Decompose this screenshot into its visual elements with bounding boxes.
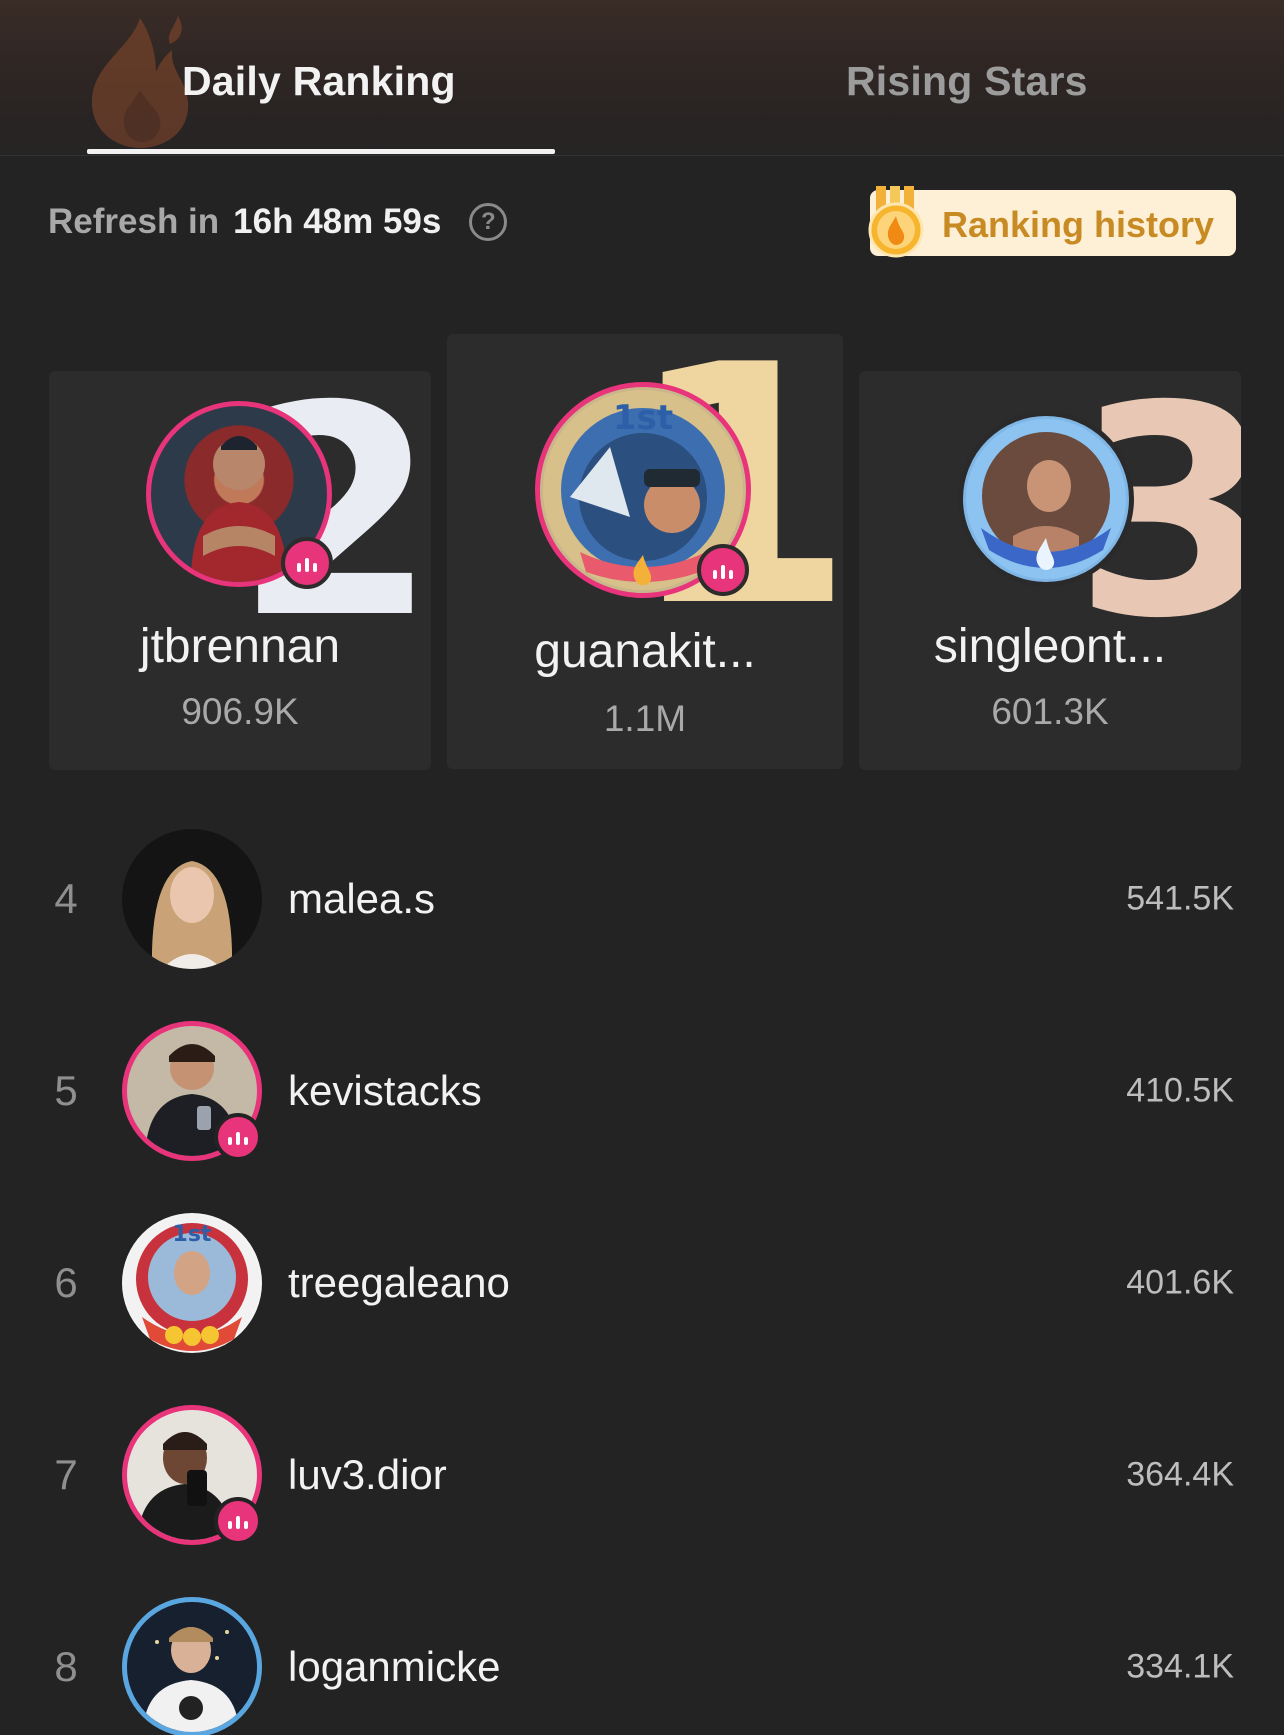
flame-medal-icon: [868, 186, 924, 258]
active-tab-indicator: [87, 149, 555, 154]
person-silhouette-icon: [151, 861, 233, 969]
podium-username: singleont...: [933, 620, 1167, 673]
avatar-wrapper: [122, 1021, 262, 1161]
podium-card-rank-2[interactable]: 2 jtbrennan 906.9K: [49, 371, 431, 770]
rank-number: 5: [54, 1067, 78, 1114]
podium-score: 1.1M: [603, 698, 687, 739]
list-score: 541.5K: [1126, 879, 1234, 918]
header-tabs: Daily Ranking Rising Stars: [0, 0, 1284, 156]
avatar-wrapper: [122, 1597, 262, 1735]
list-username: malea.s: [288, 875, 436, 922]
list-score: 364.4K: [1126, 1455, 1234, 1494]
tab-daily-ranking[interactable]: Daily Ranking: [182, 58, 456, 105]
ranking-history-label: Ranking history: [942, 204, 1215, 245]
question-circle-icon[interactable]: ?: [469, 203, 508, 241]
badge-frame-icon: 1st: [124, 1215, 260, 1351]
tab-rising-stars[interactable]: Rising Stars: [846, 58, 1088, 105]
avatar-wrapper: 1st: [122, 1213, 262, 1353]
svg-text:1st: 1st: [613, 398, 673, 438]
rank-number: 6: [54, 1259, 78, 1306]
podium-score: 601.3K: [991, 691, 1109, 732]
refresh-label: Refresh in: [48, 202, 220, 241]
list-username: kevistacks: [288, 1067, 482, 1114]
rank-number: 4: [54, 875, 78, 922]
ranking-history-button[interactable]: Ranking history: [868, 186, 1236, 258]
svg-text:1st: 1st: [173, 1222, 212, 1247]
avatar: [958, 411, 1134, 587]
list-username: loganmicke: [288, 1643, 501, 1690]
list-score: 334.1K: [1126, 1647, 1234, 1686]
refresh-countdown: Refresh in 16h 48m 59s ?: [48, 200, 508, 244]
list-score: 401.6K: [1126, 1263, 1234, 1302]
refresh-time: 16h 48m 59s: [233, 202, 442, 241]
live-badge-icon: [697, 544, 749, 596]
badge-frame-icon: [966, 419, 1126, 579]
live-badge-icon: [281, 537, 333, 589]
list-item[interactable]: 4 malea.s 541.5K: [0, 824, 1284, 974]
list-score: 410.5K: [1126, 1071, 1234, 1110]
list-item[interactable]: 6 1st treegaleano 401.6K: [0, 1208, 1284, 1358]
podium-username: jtbrennan: [139, 620, 341, 673]
podium-username: guanakit...: [534, 625, 756, 678]
live-badge-icon: [214, 1497, 262, 1545]
list-item[interactable]: 7 luv3.dior 364.4K: [0, 1400, 1284, 1550]
avatar: 1st: [122, 1213, 262, 1353]
avatar: [122, 1597, 262, 1735]
list-username: luv3.dior: [288, 1451, 447, 1498]
rank-number: 8: [54, 1643, 78, 1690]
list-username: treegaleano: [288, 1259, 510, 1306]
live-badge-icon: [214, 1113, 262, 1161]
avatar-wrapper: [122, 1405, 262, 1545]
podium-card-rank-3[interactable]: 3 singleont... 601.3K: [859, 371, 1241, 770]
list-item[interactable]: 8 loganmicke 334.1K: [0, 1592, 1284, 1735]
person-silhouette-icon: [143, 1627, 239, 1732]
avatar: [122, 829, 262, 969]
podium-card-rank-1[interactable]: 1 1st guanakit... 1.1M: [447, 334, 843, 769]
avatar-wrapper: [122, 829, 262, 969]
rank-number: 7: [54, 1451, 78, 1498]
podium-score: 906.9K: [181, 691, 299, 732]
list-item[interactable]: 5 kevistacks 410.5K: [0, 1016, 1284, 1166]
